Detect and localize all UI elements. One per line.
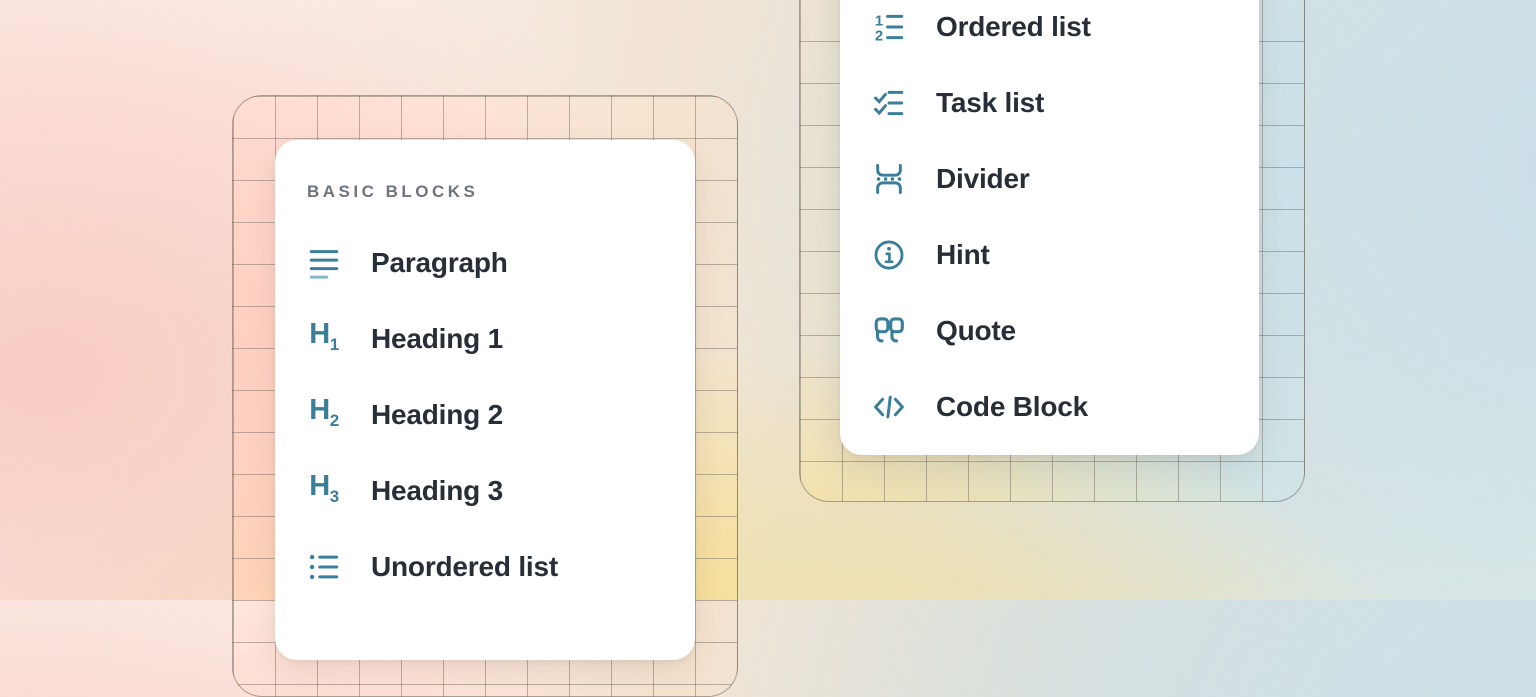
- blocks-item-list: 1 2 Ordered list Task list Divider Hint Q…: [872, 0, 1227, 445]
- menu-item-label: Hint: [936, 239, 990, 271]
- basic-blocks-item-list: Paragraph H1 Heading 1 H2 Heading 2 H3 Heading…: [307, 225, 663, 605]
- menu-item-task-list[interactable]: Task list: [872, 65, 1227, 141]
- svg-text:1: 1: [875, 14, 883, 30]
- menu-item-label: Ordered list: [936, 11, 1091, 43]
- menu-item-heading-3[interactable]: H3 Heading 3: [307, 453, 663, 529]
- task-list-icon: [872, 86, 906, 120]
- menu-item-hint[interactable]: Hint: [872, 217, 1227, 293]
- menu-item-heading-1[interactable]: H1 Heading 1: [307, 301, 663, 377]
- menu-item-code-block[interactable]: Code Block: [872, 369, 1227, 445]
- menu-item-label: Heading 2: [371, 399, 503, 431]
- menu-item-ordered-list[interactable]: 1 2 Ordered list: [872, 0, 1227, 65]
- divider-icon: [872, 162, 906, 196]
- block-menu-right-card: 1 2 Ordered list Task list Divider Hint Q…: [840, 0, 1259, 455]
- ordered-list-icon: 1 2: [872, 10, 906, 44]
- menu-item-unordered-list[interactable]: Unordered list: [307, 529, 663, 605]
- heading-3-icon: H3: [307, 474, 341, 508]
- svg-text:2: 2: [875, 28, 883, 44]
- menu-item-label: Heading 1: [371, 323, 503, 355]
- block-menu-left-card: BASIC BLOCKS Paragraph H1 Heading 1 H2 Headi…: [275, 140, 695, 660]
- menu-item-label: Paragraph: [371, 247, 508, 279]
- menu-item-quote[interactable]: Quote: [872, 293, 1227, 369]
- heading-2-icon: H2: [307, 398, 341, 432]
- menu-item-divider[interactable]: Divider: [872, 141, 1227, 217]
- menu-item-label: Task list: [936, 87, 1044, 119]
- menu-item-label: Unordered list: [371, 551, 558, 583]
- menu-item-paragraph[interactable]: Paragraph: [307, 225, 663, 301]
- menu-item-label: Quote: [936, 315, 1016, 347]
- heading-1-icon: H1: [307, 322, 341, 356]
- menu-item-heading-2[interactable]: H2 Heading 2: [307, 377, 663, 453]
- menu-item-label: Code Block: [936, 391, 1088, 423]
- unordered-list-icon: [307, 550, 341, 584]
- quote-icon: [872, 314, 906, 348]
- code-block-icon: [872, 390, 906, 424]
- paragraph-icon: [307, 246, 341, 280]
- menu-item-label: Divider: [936, 163, 1030, 195]
- menu-item-label: Heading 3: [371, 475, 503, 507]
- hint-icon: [872, 238, 906, 272]
- section-label-basic-blocks: BASIC BLOCKS: [307, 182, 663, 202]
